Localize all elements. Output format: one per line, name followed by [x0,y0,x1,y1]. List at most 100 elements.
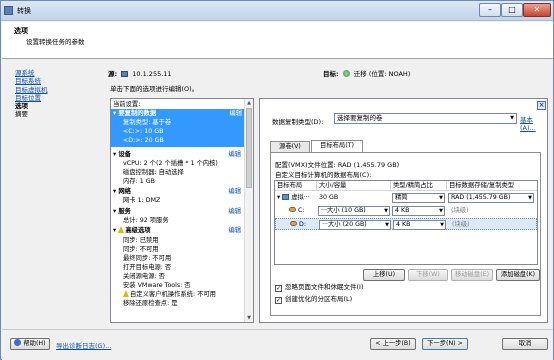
close-window-button[interactable]: ✕ [523,3,551,17]
maximize-button[interactable]: □ [501,3,523,17]
bottom-bar: 帮助(H) 导出诊断日志(G)... < 上一步(B) 下一步(N) > 取消 [2,329,553,360]
current-settings-label: 当前设置: [113,101,141,108]
move-down-button[interactable]: 下移(W) [408,269,448,281]
computer-icon [121,71,129,77]
checkbox-checked[interactable]: ✓ [275,285,282,292]
page-subtitle: 设置转换任务的参数 [26,38,85,46]
ignore-pagefile-checkbox[interactable]: ✓ 忽略页面文件和休眠文件(I) [275,283,364,292]
vm-icon [282,194,290,200]
sync-row: 同步: 已禁用 [123,237,159,244]
col-header-datastore[interactable]: 目标数据存储/复制类型 [447,181,537,191]
cancel-button[interactable]: 取消 [502,338,548,350]
memory-row: 内存: 1 GB [123,178,155,185]
page-header: 选项 设置转换任务的参数 [2,22,553,59]
edit-hint: 单击下面的选项进行编辑(O)。 [110,85,199,93]
row-size: 30 GB [319,194,339,201]
optimize-partition-checkbox[interactable]: ✓ 创建优化的分区布局(L) [275,295,352,304]
warning-icon [118,226,125,233]
chevron-down-icon: ▼ [510,115,514,121]
scroll-up-arrow[interactable]: ▲ [245,99,253,107]
layout-table: 目标布局 大小/容量 类型/精简占比 目标数据存储/复制类型 ▾ 虚拟··· 3… [274,180,538,265]
section-devices[interactable]: ▾ 设备 [113,150,131,159]
copy-type-select[interactable]: 选择要复制的卷 ▼ [334,113,517,124]
target-label: 目标: [323,70,339,78]
step-target-vm[interactable]: 目标虚拟机 [15,86,75,94]
row-name: ▾ 虚拟··· [277,194,310,201]
section-data-to-copy[interactable]: ▾ 要复制的数据 [113,109,156,118]
export-logs-link[interactable]: 导出诊断日志(G)... [56,340,111,350]
move-up-button[interactable]: 上移(U) [363,269,405,281]
basic-mode-link[interactable]: 基本(A)... [520,114,547,132]
cluster-size-select[interactable]: 4 KB ▼ [393,220,446,230]
next-button[interactable]: 下一步(N) > [422,338,468,350]
col-header-type[interactable]: 类型/精简占比 [391,181,447,191]
remove-checkpoints-row: 移除还原检查点: 是 [123,300,178,307]
selected-data-to-copy[interactable]: ▾ 要复制的数据 编辑 复制类型: 基于卷 <C:>: 10 GB <D:>: … [111,109,252,147]
vmx-location: 配置(VMX)文件位置: RAD (1,455.79 GB) [275,161,400,169]
col-header-size[interactable]: 大小/容量 [317,181,391,191]
converter-window: 转换 – □ ✕ 选项 设置转换任务的参数 源系统 目标系统 目标虚拟机 目标位… [0,0,554,360]
edit-services-link[interactable]: 编辑 [228,207,241,216]
size-select[interactable]: ···大小 (20 GB) ▼ [319,220,391,230]
scroll-thumb[interactable] [246,108,252,188]
step-target-system[interactable]: 目标系统 [15,77,75,85]
migrate-icon [342,70,350,77]
minimize-button[interactable]: – [479,3,501,17]
row-name: C: [289,205,305,217]
final-sync-row: 最终同步: 不可用 [123,255,172,262]
help-icon [14,339,22,346]
table-row[interactable]: D: ···大小 (20 GB) ▼ 4 KB ▼ (块级) [275,218,537,230]
step-target-location[interactable]: 目标位置 [15,94,75,102]
power-on-target-row: 打开目标电源: 否 [123,264,172,271]
table-row[interactable]: ▾ 虚拟··· 30 GB 精简 ▼ RAD (1,455.79 GB) ▼ [275,192,537,204]
row-copy-type: (块级) [451,207,469,214]
app-icon [4,6,13,15]
target-layout-body: 配置(VMX)文件位置: RAD (1,455.79 GB) 自定义目标计算机的… [270,152,541,316]
settings-list: 当前设置: ▾ 要复制的数据 编辑 复制类型: 基于卷 <C:>: 10 GB … [110,98,254,323]
volume-d-row: <D:>: 20 GB [123,137,164,144]
edit-panel: × 数据复制类型(D): 选择要复制的卷 ▼ 基本(A)... 源卷(V) 目标… [259,98,548,323]
cluster-size-select[interactable]: 4 KB ▼ [392,206,445,216]
title-bar: 转换 – □ ✕ [1,1,553,21]
window-title: 转换 [17,7,31,15]
edit-devices-link[interactable]: 编辑 [228,150,241,159]
disk-icon [289,207,296,212]
copy-type-row: 复制类型: 基于卷 [123,119,172,126]
settings-scrollbar[interactable]: ▲ ▼ [244,99,253,322]
close-panel-icon[interactable]: × [537,101,546,110]
source-label: 源: [108,70,118,78]
target-value: 迁移 (位置: NOAH) [353,70,411,78]
disk-controller-row: 磁盘控制器: 自动选择 [123,169,184,176]
power-off-source-row: 关闭源电源: 否 [123,273,165,280]
tab-source-volumes[interactable]: 源卷(V) [270,141,310,152]
row-name: D: [290,219,306,231]
services-total-row: 总计: 92 项服务 [123,217,169,224]
edit-advanced-link[interactable]: 编辑 [228,226,241,235]
move-disk-button[interactable]: 移动磁盘(E) [451,269,493,281]
section-advanced[interactable]: ▾ 高级选项 [113,226,151,235]
section-services[interactable]: ▾ 服务 [113,207,131,216]
provisioning-select[interactable]: 精简 ▼ [392,193,445,203]
col-header-layout[interactable]: 目标布局 [275,181,317,191]
add-disk-button[interactable]: 添加磁盘(K) [496,269,540,281]
table-row[interactable]: C: ···大小 (10 GB) ▼ 4 KB ▼ (块级) [275,205,537,217]
edit-network-link[interactable]: 编辑 [228,187,241,196]
edit-data-link[interactable]: 编辑 [229,109,242,118]
scroll-down-arrow[interactable]: ▼ [245,314,253,322]
datastore-select[interactable]: RAD (1,455.79 GB) ▼ [448,193,534,203]
row-copy-type: (块级) [452,221,470,228]
install-tools-row: 安装 VMware Tools: 否 [123,282,191,289]
sync-unavailable-row: 同步: 不可用 [123,246,159,253]
checkbox-checked[interactable]: ✓ [275,297,282,304]
size-select[interactable]: ···大小 (10 GB) ▼ [318,206,390,216]
volume-c-row: <C:>: 10 GB [123,128,164,135]
nic-row: 网卡 1: DMZ [123,197,161,204]
source-value: 10.1.255.11 [132,70,172,78]
tab-target-layout[interactable]: 目标布局(T) [311,140,363,152]
help-button[interactable]: 帮助(H) [10,338,50,350]
custom-layout-label: 自定义目标计算机的数据布局(C): [275,171,372,179]
back-button[interactable]: < 上一步(B) [370,338,416,350]
source-info: 源: 10.1.255.11 [108,68,172,78]
page-title: 选项 [14,27,28,35]
section-network[interactable]: ▾ 网络 [113,187,131,196]
